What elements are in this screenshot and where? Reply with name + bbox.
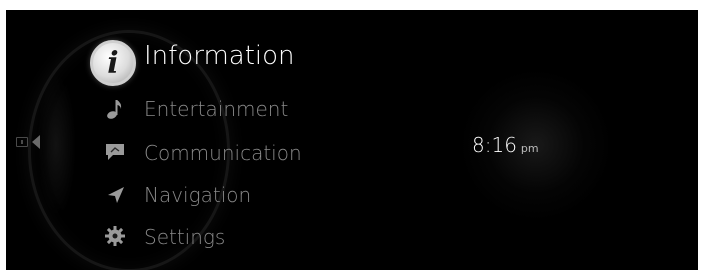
information-icon: i [90,40,136,86]
menu-item-communication[interactable]: Communication [6,138,326,174]
menu-item-label: Navigation [144,183,252,207]
menu-item-label: Information [144,41,295,71]
infotainment-screen: i Information Entertainment Communicatio… [6,10,698,270]
clock-time: 8:16 [472,133,517,157]
menu-item-label: Communication [144,141,302,165]
clock-period: pm [520,142,539,155]
menu-item-entertainment[interactable]: Entertainment [6,94,326,130]
menu-item-label: Settings [144,225,226,249]
navigation-arrow-icon [108,187,124,203]
music-note-icon [107,100,122,119]
menu-item-navigation[interactable]: Navigation [6,181,326,217]
menu-item-information[interactable]: i Information [6,10,326,90]
gear-icon [105,226,125,246]
chat-bubble-icon [106,144,124,160]
menu-item-label: Entertainment [144,97,289,121]
top-strip [0,0,704,10]
clock: 8:16 pm [472,133,539,157]
menu-item-settings[interactable]: Settings [6,223,326,259]
